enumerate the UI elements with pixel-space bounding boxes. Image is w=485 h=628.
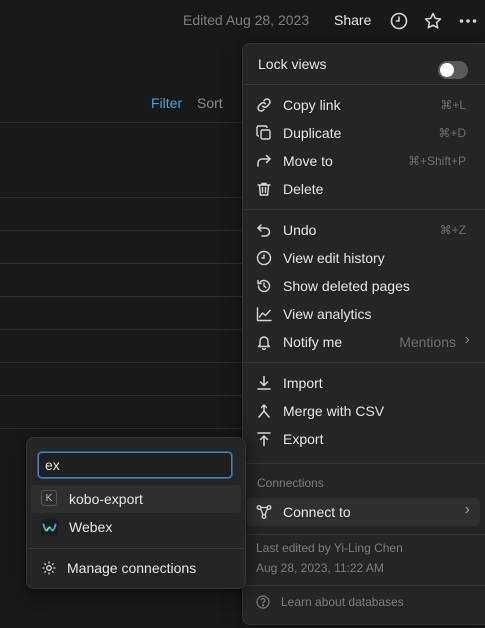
edited-timestamp: Edited Aug 28, 2023 [183, 12, 310, 28]
shortcut-label: ⌘+Z [439, 223, 466, 237]
menu-divider [243, 463, 485, 464]
history-icon [256, 250, 272, 266]
lock-views-toggle[interactable] [438, 61, 468, 79]
menu-item-notify-me[interactable]: Notify me Mentions › [243, 328, 485, 356]
help-icon [256, 595, 270, 609]
export-icon [256, 431, 272, 447]
connection-label: kobo-export [69, 491, 143, 507]
chevron-right-icon: › [464, 331, 470, 348]
learn-about-databases-link[interactable]: Learn about databases [281, 595, 404, 609]
menu-item-delete[interactable]: Delete [243, 175, 485, 203]
menu-item-duplicate[interactable]: Duplicate ⌘+D [243, 119, 485, 147]
duplicate-icon [256, 125, 272, 141]
database-toolbar: Filter Sort [0, 95, 245, 123]
table-row-divider [0, 122, 245, 123]
menu-item-export[interactable]: Export [243, 425, 485, 453]
menu-divider [27, 548, 245, 549]
menu-item-undo[interactable]: Undo ⌘+Z [243, 216, 485, 244]
table-row-divider [0, 197, 245, 198]
connection-search-input[interactable] [38, 452, 232, 478]
chevron-right-icon: › [464, 501, 470, 518]
table-row-divider [0, 428, 245, 429]
menu-divider [243, 209, 485, 210]
menu-divider [243, 84, 485, 85]
notify-value: Mentions [399, 334, 456, 350]
merge-icon [256, 403, 272, 419]
menu-item-label: Undo [283, 222, 317, 238]
menu-item-label: Show deleted pages [283, 278, 410, 294]
more-icon[interactable] [458, 11, 478, 31]
toggle-knob [440, 63, 454, 77]
link-icon [256, 97, 272, 113]
kobo-logo-icon: K [41, 490, 57, 506]
menu-item-label: Merge with CSV [283, 403, 385, 419]
menu-item-label: Duplicate [283, 125, 342, 141]
menu-item-copy-link[interactable]: Copy link ⌘+L [243, 91, 485, 119]
connections-submenu: K kobo-export Webex Manage connections [26, 437, 246, 589]
manage-connections-label: Manage connections [67, 560, 197, 576]
lock-views-label: Lock views [258, 56, 327, 72]
connection-label: Webex [69, 519, 113, 535]
shortcut-label: ⌘+Shift+P [407, 154, 466, 168]
menu-item-label: Notify me [283, 334, 343, 350]
table-row-divider [0, 329, 245, 330]
table-row-divider [0, 296, 245, 297]
manage-connections-item[interactable]: Manage connections [31, 554, 241, 582]
move-arrow-icon [256, 153, 272, 169]
star-icon[interactable] [423, 11, 443, 31]
menu-divider [243, 534, 485, 535]
analytics-icon [256, 306, 272, 322]
undo-icon [256, 222, 272, 238]
menu-item-view-analytics[interactable]: View analytics [243, 300, 485, 328]
shortcut-label: ⌘+L [440, 98, 466, 112]
connection-item-kobo-export[interactable]: K kobo-export [31, 485, 241, 513]
clock-icon[interactable] [389, 11, 409, 31]
lock-views-row[interactable]: Lock views [243, 50, 485, 79]
trash-icon [256, 181, 272, 197]
bell-icon [256, 334, 272, 351]
menu-item-label: Delete [283, 181, 324, 197]
restore-icon [256, 278, 272, 294]
menu-item-merge-csv[interactable]: Merge with CSV [243, 397, 485, 425]
table-row-divider [0, 263, 245, 264]
last-edited-at: Aug 28, 2023, 11:22 AM [256, 561, 384, 575]
table-row-divider [0, 362, 245, 363]
menu-divider [243, 585, 485, 586]
menu-item-label: Copy link [283, 97, 341, 113]
menu-item-label: Move to [283, 153, 333, 169]
page-options-menu: Lock views Copy link ⌘+L Duplicate ⌘+D M… [242, 43, 485, 625]
table-row-divider [0, 395, 245, 396]
webex-logo-icon [41, 519, 58, 536]
menu-item-connect-to[interactable]: Connect to › [243, 498, 485, 526]
last-edited-by: Last edited by Yi-Ling Chen [256, 541, 403, 555]
sort-button[interactable]: Sort [197, 95, 223, 111]
top-bar: Edited Aug 28, 2023 Share [0, 0, 485, 40]
menu-item-move-to[interactable]: Move to ⌘+Shift+P [243, 147, 485, 175]
menu-item-label: Connect to [283, 504, 351, 520]
shortcut-label: ⌘+D [438, 126, 466, 140]
table-row-divider [0, 230, 245, 231]
connections-heading: Connections [257, 476, 324, 490]
connection-item-webex[interactable]: Webex [31, 513, 241, 541]
menu-item-view-edit-history[interactable]: View edit history [243, 244, 485, 272]
filter-button[interactable]: Filter [151, 95, 182, 111]
menu-item-import[interactable]: Import [243, 369, 485, 397]
share-button[interactable]: Share [334, 12, 371, 28]
connect-nodes-icon [256, 504, 272, 520]
gear-icon [41, 560, 57, 576]
menu-item-label: Export [283, 431, 324, 447]
menu-divider [243, 362, 485, 363]
import-icon [256, 375, 272, 391]
menu-item-label: View analytics [283, 306, 372, 322]
menu-item-label: Import [283, 375, 323, 391]
menu-item-label: View edit history [283, 250, 385, 266]
menu-item-show-deleted-pages[interactable]: Show deleted pages [243, 272, 485, 300]
